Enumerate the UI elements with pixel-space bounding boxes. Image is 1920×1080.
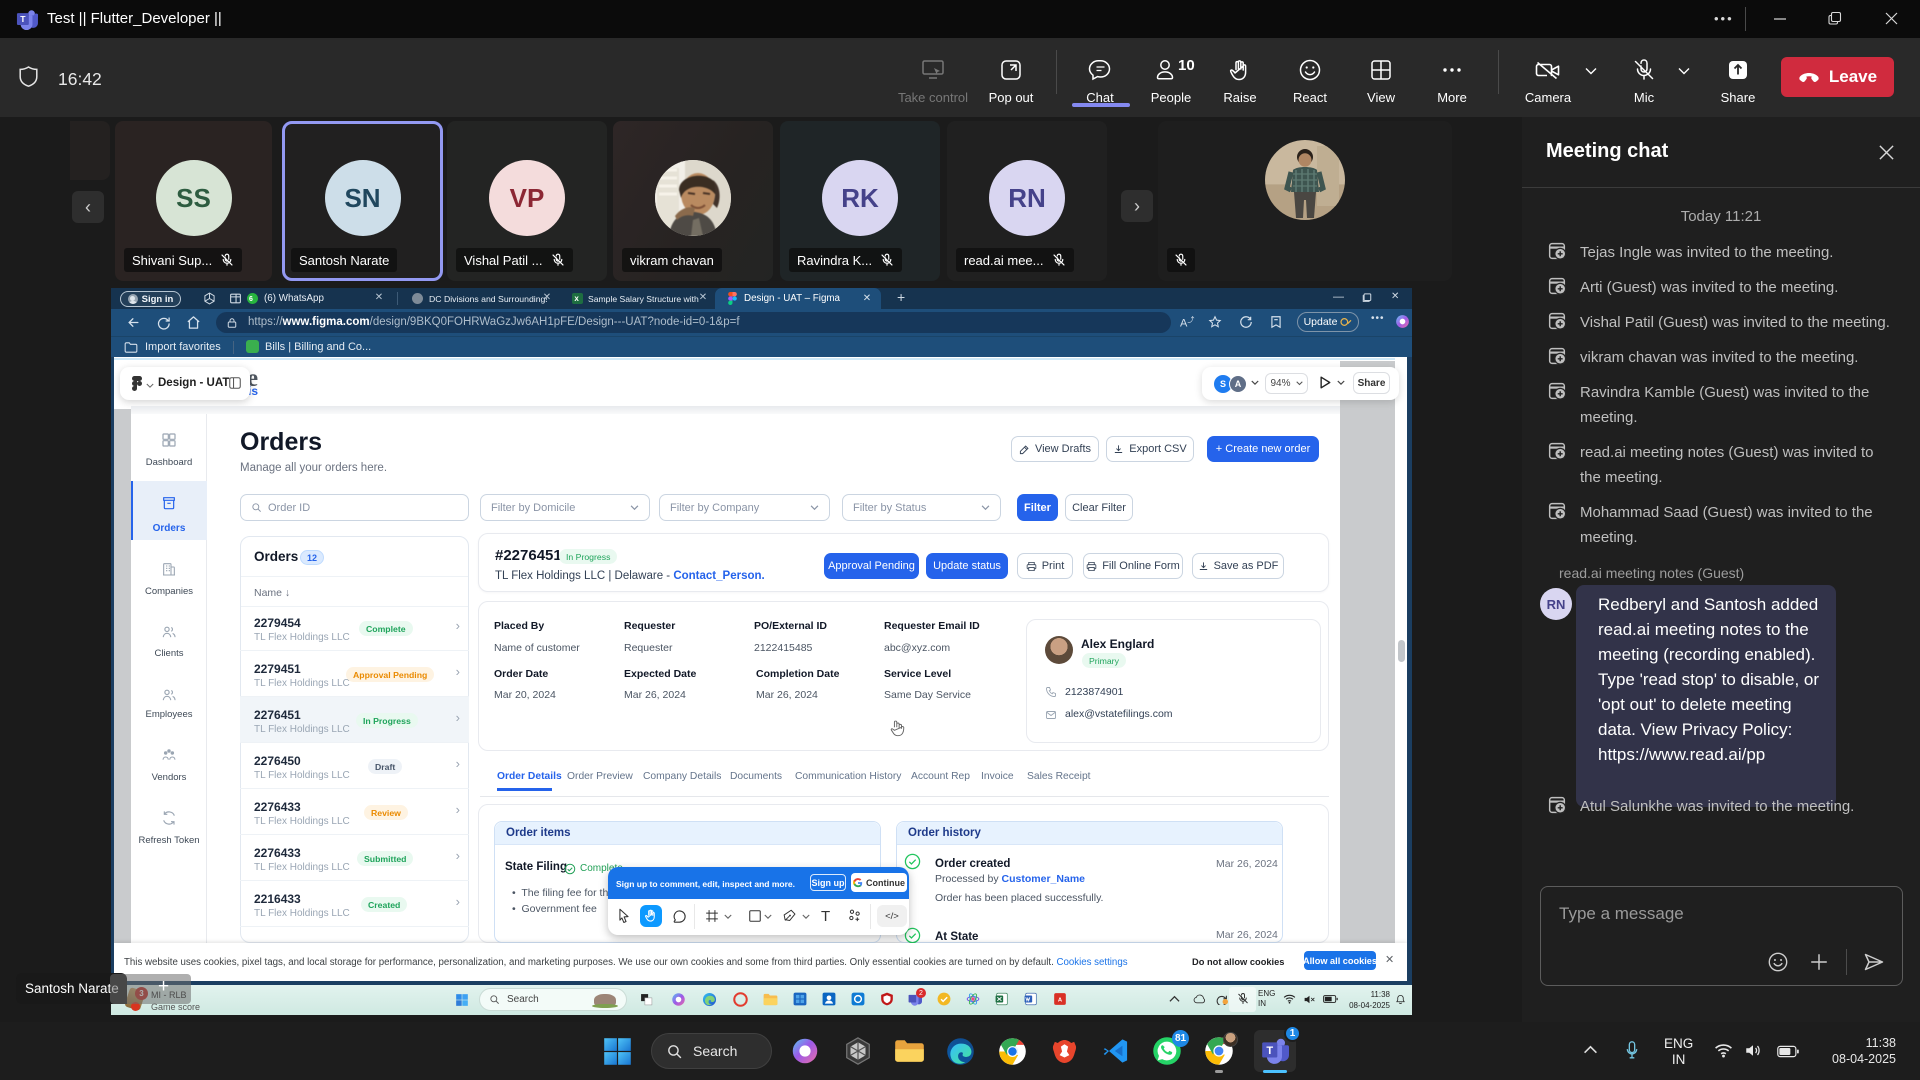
svg-text:10: 10 xyxy=(1178,58,1195,74)
svg-text:T: T xyxy=(1266,1045,1273,1057)
svg-text:T: T xyxy=(20,14,26,24)
